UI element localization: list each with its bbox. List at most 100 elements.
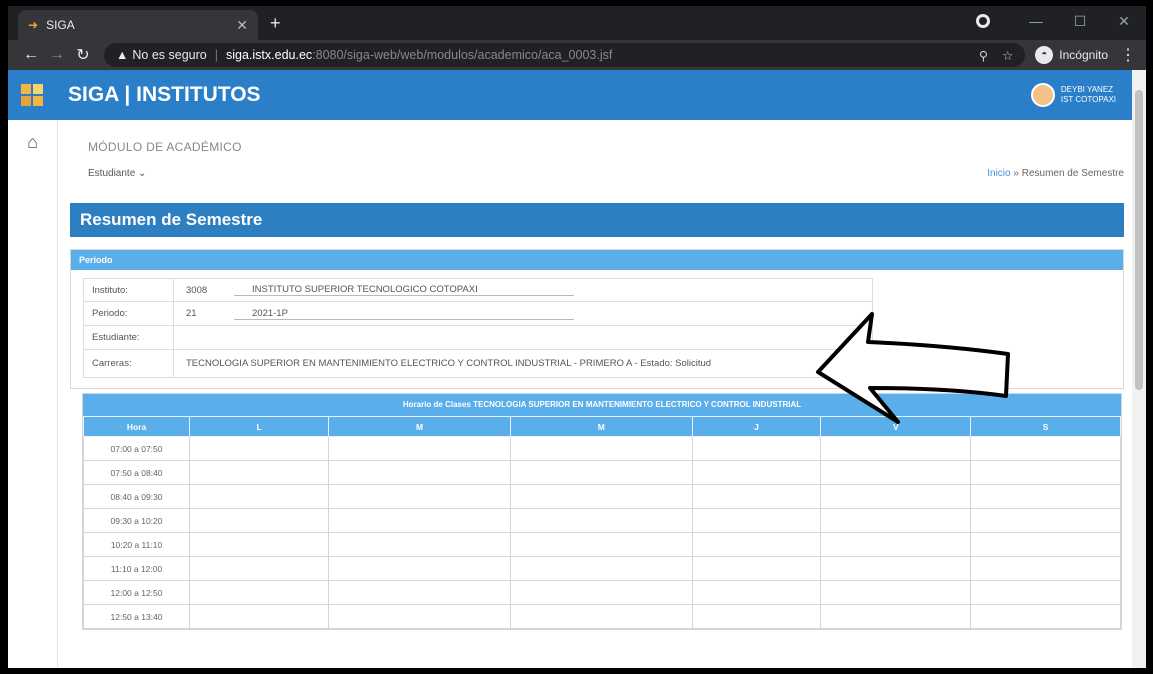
schedule-cell[interactable] bbox=[328, 484, 511, 509]
schedule-cell[interactable] bbox=[691, 484, 822, 509]
hour-cell: 10:20 a 11:10 bbox=[83, 532, 190, 557]
schedule-cell[interactable] bbox=[188, 436, 330, 461]
sidebar: ⌂ bbox=[8, 120, 58, 668]
schedule-cell[interactable] bbox=[509, 436, 693, 461]
schedule-cell[interactable] bbox=[691, 436, 822, 461]
schedule-cell[interactable] bbox=[970, 556, 1121, 581]
schedule-cell[interactable] bbox=[188, 460, 330, 485]
schedule-cell[interactable] bbox=[188, 484, 330, 509]
maximize-icon[interactable]: ☐ bbox=[1058, 13, 1102, 30]
bookmark-star-icon[interactable]: ☆ bbox=[1002, 48, 1013, 63]
schedule-cell[interactable] bbox=[328, 604, 511, 629]
page-title: Resumen de Semestre bbox=[70, 203, 1124, 237]
security-label: No es seguro bbox=[132, 48, 207, 62]
schedule-cell[interactable] bbox=[820, 580, 972, 605]
schedule-cell[interactable] bbox=[509, 604, 693, 629]
schedule-cell[interactable] bbox=[328, 580, 511, 605]
carrera-label: Carreras: bbox=[84, 350, 174, 377]
table-row: 12:00 a 12:50 bbox=[83, 580, 1121, 605]
periodo-code: 21 bbox=[186, 308, 197, 319]
schedule-cell[interactable] bbox=[328, 556, 511, 581]
schedule-cell[interactable] bbox=[820, 532, 972, 557]
hour-cell: 08:40 a 09:30 bbox=[83, 484, 190, 509]
breadcrumb-current: Resumen de Semestre bbox=[1021, 168, 1124, 179]
table-row: 12:50 a 13:40 bbox=[83, 604, 1121, 629]
browser-tab[interactable]: ➜ SIGA ✕ bbox=[18, 10, 258, 40]
back-icon[interactable]: ← bbox=[18, 46, 44, 64]
schedule-cell[interactable] bbox=[509, 556, 693, 581]
estudiante-menu[interactable]: Estudiante ⌄ bbox=[88, 168, 146, 179]
schedule-cell[interactable] bbox=[328, 508, 511, 533]
schedule-cell[interactable] bbox=[328, 436, 511, 461]
hour-cell: 07:00 a 07:50 bbox=[83, 436, 190, 461]
schedule-cell[interactable] bbox=[820, 484, 972, 509]
schedule-cell[interactable] bbox=[820, 508, 972, 533]
periodo-row: Periodo: 21 2021-1P bbox=[83, 302, 873, 326]
schedule-cell[interactable] bbox=[820, 604, 972, 629]
app-title: SIGA | INSTITUTOS bbox=[68, 83, 261, 106]
schedule-cell[interactable] bbox=[328, 532, 511, 557]
page-scrollbar[interactable] bbox=[1132, 70, 1146, 668]
minimize-icon[interactable]: — bbox=[1014, 13, 1058, 29]
url-separator: | bbox=[214, 48, 218, 62]
schedule-cell[interactable] bbox=[691, 508, 822, 533]
table-row: 10:20 a 11:10 bbox=[83, 532, 1121, 557]
schedule-cell[interactable] bbox=[509, 484, 693, 509]
schedule-cell[interactable] bbox=[691, 556, 822, 581]
annotation-arrow-icon bbox=[816, 312, 1010, 424]
carrera-select[interactable]: TECNOLOGIA SUPERIOR EN MANTENIMIENTO ELE… bbox=[174, 358, 872, 369]
profile-icon[interactable] bbox=[976, 14, 990, 28]
warning-icon: ▲ bbox=[116, 48, 129, 62]
tab-title: SIGA bbox=[46, 18, 75, 32]
schedule-cell[interactable] bbox=[970, 580, 1121, 605]
reload-icon[interactable]: ↻ bbox=[70, 45, 96, 65]
schedule-cell[interactable] bbox=[970, 460, 1121, 485]
breadcrumb-home-link[interactable]: Inicio bbox=[987, 168, 1010, 179]
zoom-icon[interactable]: ⚲ bbox=[979, 48, 988, 63]
user-menu[interactable]: DEYBI YANEZ IST COTOPAXI bbox=[1030, 83, 1116, 107]
schedule-cell[interactable] bbox=[691, 532, 822, 557]
web-page: SIGA | INSTITUTOS DEYBI YANEZ IST COTOPA… bbox=[8, 70, 1132, 668]
incognito-indicator[interactable]: ◓ Incógnito bbox=[1035, 46, 1108, 64]
schedule-cell[interactable] bbox=[820, 460, 972, 485]
schedule-cell[interactable] bbox=[820, 436, 972, 461]
schedule-cell[interactable] bbox=[188, 508, 330, 533]
home-icon[interactable]: ⌂ bbox=[8, 132, 57, 153]
schedule-cell[interactable] bbox=[691, 460, 822, 485]
schedule-header-cell: J bbox=[691, 416, 822, 437]
new-tab-icon[interactable]: + bbox=[270, 13, 281, 34]
schedule-cell[interactable] bbox=[970, 508, 1121, 533]
hour-cell: 09:30 a 10:20 bbox=[83, 508, 190, 533]
carrera-row: Carreras: TECNOLOGIA SUPERIOR EN MANTENI… bbox=[83, 350, 873, 378]
schedule-cell[interactable] bbox=[970, 484, 1121, 509]
schedule-cell[interactable] bbox=[188, 532, 330, 557]
siga-logo-icon[interactable] bbox=[8, 70, 56, 120]
schedule-cell[interactable] bbox=[328, 460, 511, 485]
siga-favicon-icon: ➜ bbox=[28, 18, 39, 32]
schedule-cell[interactable] bbox=[509, 580, 693, 605]
schedule-cell[interactable] bbox=[820, 556, 972, 581]
tab-bar: ➜ SIGA ✕ + — ☐ ✕ bbox=[8, 6, 1146, 40]
scrollbar-thumb[interactable] bbox=[1135, 90, 1143, 390]
schedule-cell[interactable] bbox=[188, 580, 330, 605]
schedule-cell[interactable] bbox=[691, 604, 822, 629]
browser-menu-icon[interactable]: ⋮ bbox=[1120, 45, 1136, 65]
schedule-cell[interactable] bbox=[970, 436, 1121, 461]
close-window-icon[interactable]: ✕ bbox=[1102, 13, 1146, 30]
schedule-cell[interactable] bbox=[188, 556, 330, 581]
schedule-cell[interactable] bbox=[691, 580, 822, 605]
schedule-cell[interactable] bbox=[188, 604, 330, 629]
close-tab-icon[interactable]: ✕ bbox=[236, 17, 248, 34]
schedule-cell[interactable] bbox=[509, 508, 693, 533]
module-title: MÓDULO DE ACADÉMICO bbox=[88, 140, 242, 154]
forward-icon[interactable]: → bbox=[44, 46, 70, 64]
schedule-cell[interactable] bbox=[970, 604, 1121, 629]
table-row: 11:10 a 12:00 bbox=[83, 556, 1121, 581]
schedule-cell[interactable] bbox=[970, 532, 1121, 557]
table-row: 07:00 a 07:50 bbox=[83, 436, 1121, 461]
hour-cell: 12:50 a 13:40 bbox=[83, 604, 190, 629]
schedule-cell[interactable] bbox=[509, 460, 693, 485]
url-field[interactable]: ▲ No es seguro | siga.istx.edu.ec :8080/… bbox=[104, 43, 1026, 67]
schedule-cell[interactable] bbox=[509, 532, 693, 557]
estudiante-row: Estudiante: bbox=[83, 326, 873, 350]
